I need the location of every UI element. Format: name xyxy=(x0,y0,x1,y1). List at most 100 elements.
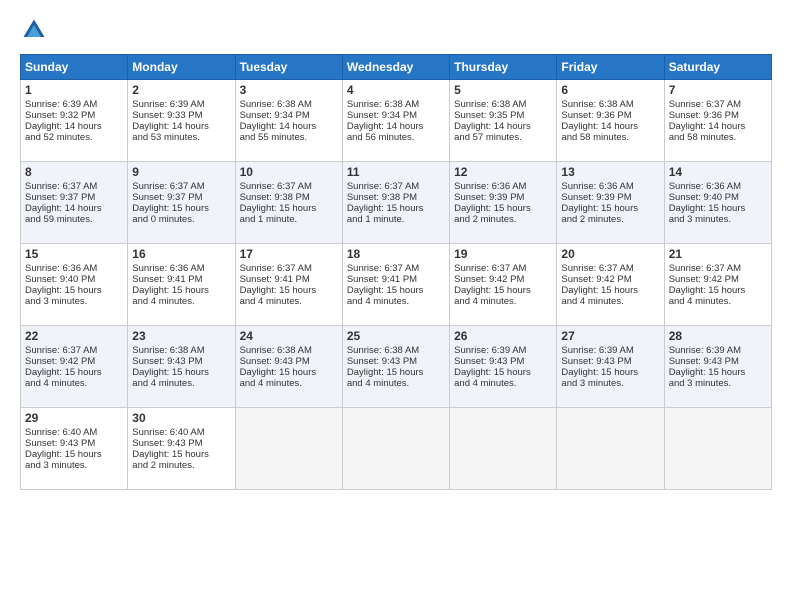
calendar-cell: 21Sunrise: 6:37 AMSunset: 9:42 PMDayligh… xyxy=(664,244,771,326)
cell-line: Daylight: 14 hours xyxy=(561,121,659,132)
calendar-cell: 29Sunrise: 6:40 AMSunset: 9:43 PMDayligh… xyxy=(21,408,128,490)
cell-line: and 56 minutes. xyxy=(347,132,445,143)
cell-line: Sunrise: 6:40 AM xyxy=(132,427,230,438)
cell-line: Daylight: 15 hours xyxy=(132,203,230,214)
cell-line: Sunrise: 6:37 AM xyxy=(25,345,123,356)
cell-line: Sunset: 9:32 PM xyxy=(25,110,123,121)
cell-line: and 58 minutes. xyxy=(561,132,659,143)
day-number: 9 xyxy=(132,165,230,179)
calendar-cell: 5Sunrise: 6:38 AMSunset: 9:35 PMDaylight… xyxy=(450,80,557,162)
cell-line: and 52 minutes. xyxy=(25,132,123,143)
cell-line: and 1 minute. xyxy=(347,214,445,225)
cell-line: and 4 minutes. xyxy=(240,378,338,389)
cell-line: Sunrise: 6:36 AM xyxy=(132,263,230,274)
calendar-cell: 22Sunrise: 6:37 AMSunset: 9:42 PMDayligh… xyxy=(21,326,128,408)
cell-line: Sunrise: 6:39 AM xyxy=(454,345,552,356)
cell-line: and 4 minutes. xyxy=(240,296,338,307)
day-number: 16 xyxy=(132,247,230,261)
calendar-cell xyxy=(342,408,449,490)
cell-line: Sunset: 9:39 PM xyxy=(454,192,552,203)
calendar-week-3: 15Sunrise: 6:36 AMSunset: 9:40 PMDayligh… xyxy=(21,244,772,326)
cell-line: Sunrise: 6:38 AM xyxy=(561,99,659,110)
cell-line: Sunset: 9:42 PM xyxy=(561,274,659,285)
day-number: 29 xyxy=(25,411,123,425)
cell-line: and 4 minutes. xyxy=(347,296,445,307)
day-number: 4 xyxy=(347,83,445,97)
cell-line: Sunrise: 6:38 AM xyxy=(454,99,552,110)
cell-line: and 3 minutes. xyxy=(561,378,659,389)
cell-line: Sunrise: 6:39 AM xyxy=(132,99,230,110)
cell-line: Daylight: 15 hours xyxy=(561,203,659,214)
cell-line: Daylight: 14 hours xyxy=(669,121,767,132)
day-number: 13 xyxy=(561,165,659,179)
cell-line: Sunrise: 6:38 AM xyxy=(240,99,338,110)
cell-line: Sunset: 9:43 PM xyxy=(669,356,767,367)
cell-line: Sunrise: 6:37 AM xyxy=(347,263,445,274)
cell-line: Sunset: 9:37 PM xyxy=(25,192,123,203)
calendar-cell xyxy=(450,408,557,490)
cell-line: Sunrise: 6:36 AM xyxy=(454,181,552,192)
weekday-header-sunday: Sunday xyxy=(21,55,128,80)
weekday-header-tuesday: Tuesday xyxy=(235,55,342,80)
cell-line: Sunset: 9:43 PM xyxy=(454,356,552,367)
calendar-cell: 17Sunrise: 6:37 AMSunset: 9:41 PMDayligh… xyxy=(235,244,342,326)
cell-line: Sunrise: 6:37 AM xyxy=(25,181,123,192)
calendar-cell: 19Sunrise: 6:37 AMSunset: 9:42 PMDayligh… xyxy=(450,244,557,326)
calendar-cell: 28Sunrise: 6:39 AMSunset: 9:43 PMDayligh… xyxy=(664,326,771,408)
cell-line: and 4 minutes. xyxy=(454,378,552,389)
cell-line: Daylight: 15 hours xyxy=(669,285,767,296)
cell-line: and 59 minutes. xyxy=(25,214,123,225)
cell-line: Sunset: 9:43 PM xyxy=(240,356,338,367)
calendar-cell: 13Sunrise: 6:36 AMSunset: 9:39 PMDayligh… xyxy=(557,162,664,244)
cell-line: Daylight: 15 hours xyxy=(25,285,123,296)
cell-line: Sunset: 9:38 PM xyxy=(347,192,445,203)
cell-line: and 4 minutes. xyxy=(132,296,230,307)
cell-line: Daylight: 14 hours xyxy=(132,121,230,132)
cell-line: and 3 minutes. xyxy=(669,378,767,389)
calendar-cell: 20Sunrise: 6:37 AMSunset: 9:42 PMDayligh… xyxy=(557,244,664,326)
day-number: 19 xyxy=(454,247,552,261)
day-number: 3 xyxy=(240,83,338,97)
cell-line: Sunset: 9:40 PM xyxy=(669,192,767,203)
cell-line: Sunset: 9:42 PM xyxy=(669,274,767,285)
cell-line: Sunset: 9:41 PM xyxy=(240,274,338,285)
calendar-cell: 24Sunrise: 6:38 AMSunset: 9:43 PMDayligh… xyxy=(235,326,342,408)
cell-line: Sunrise: 6:38 AM xyxy=(347,345,445,356)
cell-line: Sunrise: 6:39 AM xyxy=(669,345,767,356)
cell-line: Sunrise: 6:40 AM xyxy=(25,427,123,438)
weekday-header-saturday: Saturday xyxy=(664,55,771,80)
day-number: 25 xyxy=(347,329,445,343)
cell-line: Sunset: 9:43 PM xyxy=(132,438,230,449)
day-number: 20 xyxy=(561,247,659,261)
cell-line: Daylight: 15 hours xyxy=(454,203,552,214)
cell-line: Sunset: 9:41 PM xyxy=(132,274,230,285)
day-number: 10 xyxy=(240,165,338,179)
cell-line: Sunset: 9:41 PM xyxy=(347,274,445,285)
cell-line: Sunset: 9:43 PM xyxy=(25,438,123,449)
day-number: 7 xyxy=(669,83,767,97)
day-number: 12 xyxy=(454,165,552,179)
weekday-header-monday: Monday xyxy=(128,55,235,80)
calendar-week-2: 8Sunrise: 6:37 AMSunset: 9:37 PMDaylight… xyxy=(21,162,772,244)
cell-line: and 2 minutes. xyxy=(132,460,230,471)
cell-line: Daylight: 14 hours xyxy=(240,121,338,132)
cell-line: Sunrise: 6:38 AM xyxy=(347,99,445,110)
calendar-header: SundayMondayTuesdayWednesdayThursdayFrid… xyxy=(21,55,772,80)
cell-line: Sunrise: 6:36 AM xyxy=(561,181,659,192)
cell-line: Daylight: 15 hours xyxy=(240,285,338,296)
calendar-body: 1Sunrise: 6:39 AMSunset: 9:32 PMDaylight… xyxy=(21,80,772,490)
calendar-cell: 26Sunrise: 6:39 AMSunset: 9:43 PMDayligh… xyxy=(450,326,557,408)
weekday-header-friday: Friday xyxy=(557,55,664,80)
cell-line: Daylight: 15 hours xyxy=(132,367,230,378)
cell-line: Sunrise: 6:36 AM xyxy=(25,263,123,274)
calendar-cell: 11Sunrise: 6:37 AMSunset: 9:38 PMDayligh… xyxy=(342,162,449,244)
cell-line: and 53 minutes. xyxy=(132,132,230,143)
calendar-cell: 30Sunrise: 6:40 AMSunset: 9:43 PMDayligh… xyxy=(128,408,235,490)
calendar-cell xyxy=(664,408,771,490)
calendar-cell: 18Sunrise: 6:37 AMSunset: 9:41 PMDayligh… xyxy=(342,244,449,326)
day-number: 17 xyxy=(240,247,338,261)
cell-line: and 4 minutes. xyxy=(132,378,230,389)
cell-line: Sunset: 9:37 PM xyxy=(132,192,230,203)
cell-line: Sunset: 9:43 PM xyxy=(561,356,659,367)
cell-line: Sunrise: 6:37 AM xyxy=(132,181,230,192)
